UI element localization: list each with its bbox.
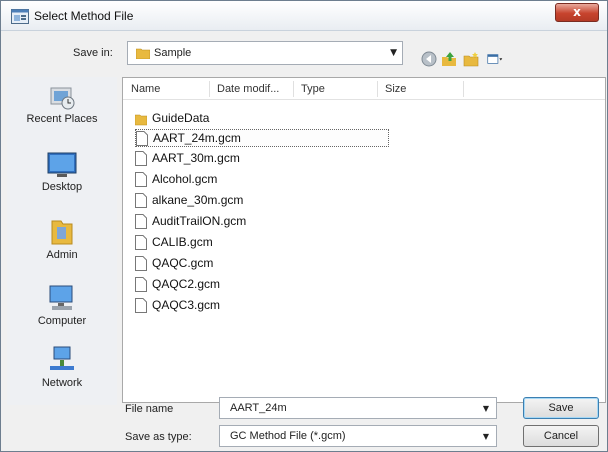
file-name-input[interactable]: AART_24m ▼ <box>219 397 497 419</box>
desktop-icon <box>47 152 77 177</box>
save-in-label: Save in: <box>73 47 113 59</box>
list-item-file[interactable]: AART_30m.gcm <box>135 150 275 168</box>
dialog-icon <box>11 9 29 24</box>
file-icon <box>135 256 147 271</box>
close-button[interactable]: x <box>555 3 599 22</box>
place-label: Computer <box>37 315 87 327</box>
place-recent-places[interactable]: Recent Places <box>7 85 117 125</box>
close-icon: x <box>573 5 581 19</box>
save-button[interactable]: Save <box>523 397 599 419</box>
column-name[interactable]: Name <box>131 83 160 95</box>
save-as-type-select[interactable]: GC Method File (*.gcm) ▼ <box>219 425 497 447</box>
file-name: GuideData <box>152 111 210 125</box>
list-item-file[interactable]: AuditTrailON.gcm <box>135 213 285 231</box>
select-method-file-dialog: Select Method File x Save in: Sample ▼ R… <box>0 0 608 452</box>
file-icon <box>135 235 147 250</box>
list-item-file[interactable]: QAQC3.gcm <box>135 297 275 315</box>
column-header-row: Name Date modif... Type Size <box>123 78 605 100</box>
chevron-down-icon[interactable]: ▼ <box>483 432 489 441</box>
file-icon <box>135 151 147 166</box>
place-desktop[interactable]: Desktop <box>7 151 117 193</box>
file-name: QAQC3.gcm <box>152 298 221 312</box>
file-name: QAQC.gcm <box>152 256 214 270</box>
file-name: AART_30m.gcm <box>152 151 240 165</box>
folder-icon <box>135 114 147 126</box>
admin-folder-icon <box>51 220 73 245</box>
place-label: Desktop <box>41 181 83 193</box>
column-divider[interactable] <box>463 81 464 97</box>
chevron-down-icon: ▼ <box>390 48 397 58</box>
file-name: Alcohol.gcm <box>152 172 218 186</box>
title-bar: Select Method File x <box>1 1 607 31</box>
file-list[interactable]: Name Date modif... Type Size GuideData A… <box>122 77 606 403</box>
list-item-folder[interactable]: GuideData <box>135 110 255 128</box>
up-folder-icon[interactable] <box>441 51 457 67</box>
column-divider[interactable] <box>377 81 378 97</box>
place-computer[interactable]: Computer <box>7 283 117 327</box>
places-bar: Recent Places Desktop Admin Computer Net… <box>7 77 117 405</box>
views-menu-icon[interactable] <box>487 51 503 67</box>
save-as-type-label: Save as type: <box>125 431 192 443</box>
file-name: AART_24m.gcm <box>153 131 241 145</box>
place-network[interactable]: Network <box>7 345 117 389</box>
column-divider[interactable] <box>293 81 294 97</box>
save-in-value: Sample <box>154 47 192 59</box>
file-icon <box>135 277 147 292</box>
column-divider[interactable] <box>209 81 210 97</box>
list-item-file[interactable]: alkane_30m.gcm <box>135 192 275 210</box>
list-item-file[interactable]: QAQC.gcm <box>135 255 275 273</box>
network-icon <box>50 346 74 370</box>
column-type[interactable]: Type <box>301 83 325 95</box>
place-admin[interactable]: Admin <box>7 217 117 261</box>
file-icon <box>135 214 147 229</box>
file-icon <box>135 172 147 187</box>
file-name: AuditTrailON.gcm <box>152 214 247 228</box>
file-name-value: AART_24m <box>230 402 287 414</box>
place-label: Recent Places <box>26 113 98 125</box>
column-date-modified[interactable]: Date modif... <box>217 83 279 95</box>
place-label: Admin <box>46 249 78 261</box>
recent-places-icon <box>50 87 75 110</box>
file-icon <box>135 193 147 208</box>
file-name: CALIB.gcm <box>152 235 213 249</box>
file-icon <box>135 298 147 313</box>
file-name-label: File name <box>125 403 174 415</box>
save-in-combobox[interactable]: Sample ▼ <box>127 41 403 65</box>
back-icon[interactable] <box>421 51 437 67</box>
save-as-type-value: GC Method File (*.gcm) <box>230 430 346 442</box>
toolbar: Save in: Sample ▼ <box>1 31 607 67</box>
computer-icon <box>49 285 73 310</box>
dialog-title: Select Method File <box>34 9 134 23</box>
list-item-file-selected[interactable]: AART_24m.gcm <box>135 129 389 147</box>
file-name: alkane_30m.gcm <box>152 193 244 207</box>
column-size[interactable]: Size <box>385 83 406 95</box>
list-item-file[interactable]: Alcohol.gcm <box>135 171 275 189</box>
chevron-down-icon[interactable]: ▼ <box>483 404 489 413</box>
list-item-file[interactable]: QAQC2.gcm <box>135 276 275 294</box>
list-item-file[interactable]: CALIB.gcm <box>135 234 275 252</box>
file-name: QAQC2.gcm <box>152 277 221 291</box>
place-label: Network <box>41 377 83 389</box>
file-icon <box>136 131 148 146</box>
new-folder-icon[interactable] <box>463 51 479 67</box>
folder-icon <box>136 48 150 59</box>
cancel-button[interactable]: Cancel <box>523 425 599 447</box>
